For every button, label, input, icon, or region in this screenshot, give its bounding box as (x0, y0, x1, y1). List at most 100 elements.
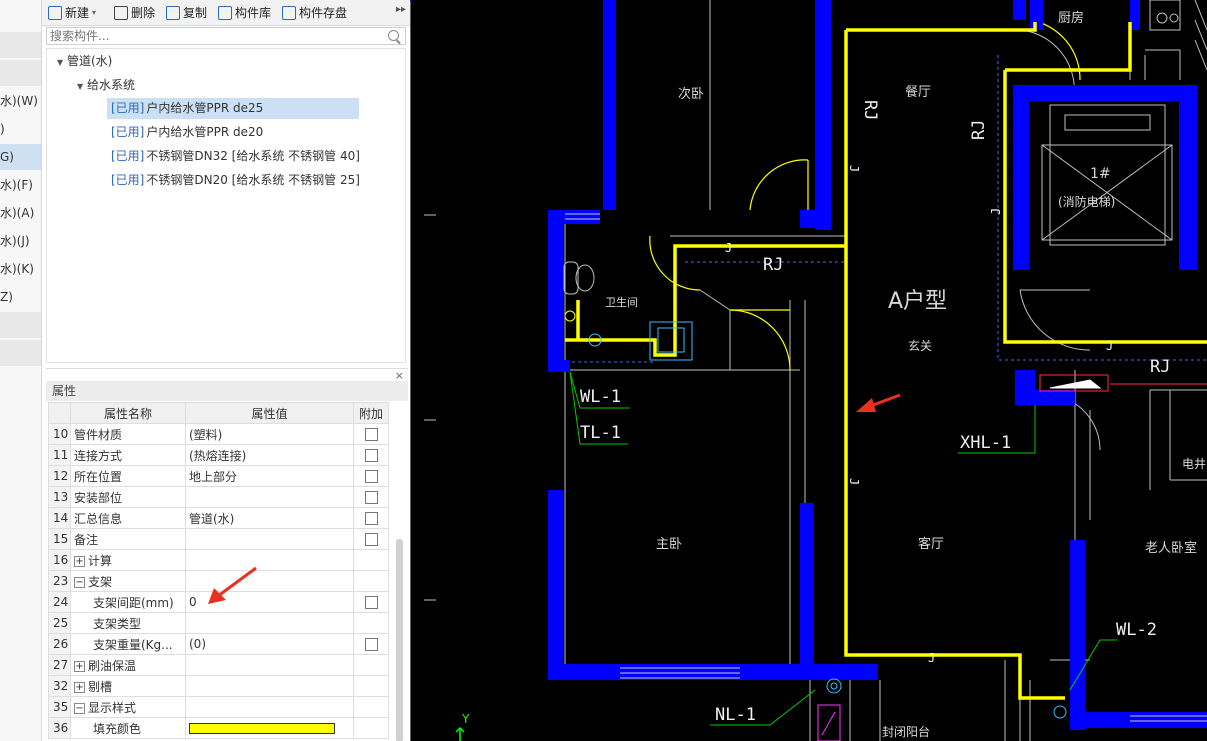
label-axis-y: Y (461, 712, 470, 726)
property-value-cell[interactable] (185, 486, 354, 508)
tag-j-2: J (1106, 339, 1113, 353)
label-master-bedroom: 主卧 (656, 537, 682, 552)
tag-j-3: J (928, 651, 935, 665)
property-name: 安装部位 (74, 490, 123, 505)
property-row[interactable]: 10 管件材质 (塑料) (48, 423, 389, 445)
attach-cell (353, 465, 389, 487)
attach-checkbox[interactable] (364, 638, 378, 651)
attach-checkbox[interactable] (364, 470, 378, 483)
property-row[interactable]: 15 备注 (48, 528, 389, 550)
attach-checkbox[interactable] (364, 533, 378, 546)
module-nav-item[interactable]: 水)(A) (0, 200, 41, 226)
property-row[interactable]: 12 所在位置 地上部分 (48, 465, 389, 487)
expand-icon[interactable]: + (74, 660, 85, 672)
property-row[interactable]: 25 支架类型 (48, 612, 389, 634)
delete-button[interactable]: 删除 (114, 3, 155, 23)
property-row[interactable]: 27 + 刷油保温 (48, 654, 389, 676)
row-index: 24 (48, 591, 71, 613)
component-panel: 新建 ▾ 删除 复制 构件库 构件存盘 ▸▸ ▼管道(水) ▼给水系统 [已用]… (42, 0, 450, 741)
copy-button[interactable]: 复制 (166, 3, 207, 23)
attach-checkbox[interactable] (364, 449, 378, 462)
property-name: 汇总信息 (74, 511, 123, 526)
col-value: 属性值 (185, 402, 354, 424)
property-name-cell: + 计算 (70, 549, 186, 571)
property-value-cell[interactable]: (热熔连接) (185, 444, 354, 466)
walls (410, 0, 1207, 730)
property-value-cell[interactable] (185, 528, 354, 550)
property-row[interactable]: 13 安装部位 (48, 486, 389, 508)
attach-checkbox[interactable] (364, 596, 378, 609)
property-value-cell[interactable]: (0) (185, 633, 354, 655)
module-nav-item[interactable]: G) (0, 144, 41, 170)
property-value-cell[interactable] (185, 675, 354, 697)
row-index: 11 (48, 444, 71, 466)
property-row[interactable]: 36 填充颜色 (48, 717, 389, 739)
chevron-down-icon[interactable]: ▾ (92, 3, 96, 23)
property-value-cell[interactable]: (塑料) (185, 423, 354, 445)
tree-leaf-item[interactable]: [已用] 不锈钢管DN20 [给水系统 不锈钢管 25] (107, 170, 364, 191)
floor-plan-svg[interactable]: 次卧 餐厅 厨房 1# (消防电梯) 卫生间 A户型 玄关 客厅 主卧 老人卧室… (410, 0, 1207, 741)
property-name-cell: 连接方式 (70, 444, 186, 466)
properties-scrollbar[interactable] (396, 539, 403, 741)
property-row[interactable]: 35− 显示样式 (48, 696, 389, 718)
label-unit-type: A户型 (888, 289, 947, 314)
module-nav-item[interactable] (0, 340, 41, 366)
search-icon[interactable] (388, 30, 399, 41)
component-toolbar: 新建 ▾ 删除 复制 构件库 构件存盘 ▸▸ (42, 0, 410, 26)
component-library-button[interactable]: 构件库 (218, 3, 271, 23)
property-value-cell[interactable] (185, 612, 354, 634)
property-value-cell[interactable] (185, 717, 354, 739)
tree-leaf-item[interactable]: [已用] 不锈钢管DN32 [给水系统 不锈钢管 40] (107, 146, 364, 167)
tree-group-node[interactable]: ▼ 给水系统 (77, 75, 135, 95)
module-nav-item[interactable]: Z) (0, 284, 41, 310)
attach-checkbox[interactable] (364, 428, 378, 441)
module-nav-item[interactable]: 水)(J) (0, 228, 41, 254)
property-value: (塑料) (189, 427, 223, 442)
property-name: 支架 (88, 574, 113, 589)
property-name: 管件材质 (74, 427, 123, 442)
properties-header-row: 属性名称 属性值 附加 (48, 402, 389, 424)
collapse-icon[interactable]: − (74, 702, 85, 714)
tag-j-1: J (725, 241, 732, 255)
property-name: 备注 (74, 532, 99, 547)
component-search-input[interactable] (46, 27, 406, 45)
expand-icon[interactable]: + (74, 681, 85, 693)
property-value-cell[interactable] (185, 654, 354, 676)
save-component-button[interactable]: 构件存盘 (282, 3, 347, 23)
toolbar-overflow-icon[interactable]: ▸▸ (396, 4, 406, 15)
property-row[interactable]: 14 汇总信息 管道(水) (48, 507, 389, 529)
property-name: 支架类型 (93, 616, 142, 631)
property-value-cell[interactable]: 管道(水) (185, 507, 354, 529)
property-value-cell[interactable] (185, 696, 354, 718)
fill-color-swatch[interactable] (189, 723, 335, 734)
module-nav-item[interactable]: 水)(W) (0, 88, 41, 114)
module-nav-item[interactable] (0, 312, 41, 338)
tree-group-label: 给水系统 (87, 78, 136, 92)
module-nav-item[interactable]: 水)(F) (0, 172, 41, 198)
tree-leaf-item[interactable]: [已用] 户内给水管PPR de25 (107, 98, 359, 119)
tag-j-5: J (847, 478, 861, 485)
property-row[interactable]: 26 支架重量(Kg... (0) (48, 633, 389, 655)
tree-leaf-label: 不锈钢管DN20 [给水系统 不锈钢管 25] (146, 173, 360, 187)
new-button[interactable]: 新建 ▾ (48, 3, 96, 23)
property-value: (0) (189, 637, 206, 651)
module-nav-item[interactable]: ) (0, 116, 41, 142)
properties-header: 属性 (46, 381, 408, 401)
collapse-icon[interactable]: − (74, 576, 85, 588)
tag-tl1: TL-1 (580, 423, 621, 443)
expand-icon[interactable]: + (74, 555, 85, 567)
collapse-triangle-icon[interactable]: ▼ (77, 77, 87, 97)
tree-root-node[interactable]: ▼ 管道(水) (57, 51, 112, 71)
attach-checkbox[interactable] (364, 491, 378, 504)
module-nav-item[interactable]: 水)(K) (0, 256, 41, 282)
module-nav-item[interactable] (0, 60, 41, 86)
property-value-cell[interactable]: 地上部分 (185, 465, 354, 487)
property-row[interactable]: 11 连接方式 (热熔连接) (48, 444, 389, 466)
cad-drawing-canvas[interactable]: 次卧 餐厅 厨房 1# (消防电梯) 卫生间 A户型 玄关 客厅 主卧 老人卧室… (410, 0, 1207, 741)
tree-leaf-item[interactable]: [已用] 户内给水管PPR de20 (107, 122, 267, 143)
module-nav-item[interactable] (0, 32, 41, 58)
property-row[interactable]: 32 + 剔槽 (48, 675, 389, 697)
attach-checkbox[interactable] (364, 512, 378, 525)
collapse-triangle-icon[interactable]: ▼ (57, 53, 67, 73)
attach-cell (353, 591, 389, 613)
